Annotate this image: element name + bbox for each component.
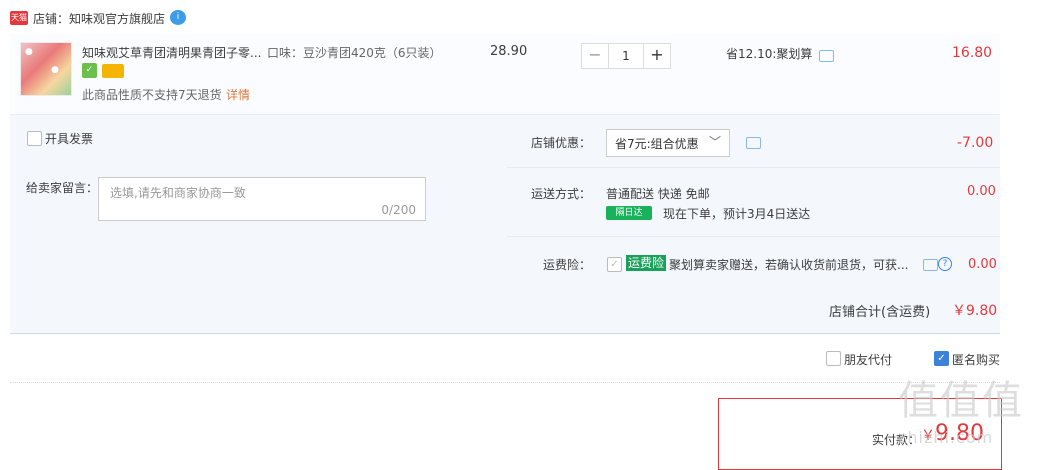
product-thumbnail[interactable]: ● ●: [20, 42, 72, 96]
chevron-down-icon: ﹀: [708, 135, 721, 149]
shop-header: 店铺：知味观官方旗舰店: [33, 10, 165, 27]
separator: [10, 333, 1000, 334]
help-icon[interactable]: ?: [938, 257, 952, 271]
shop-label: 店铺：: [33, 12, 70, 26]
product-title[interactable]: 知味观艾草青团清明果青团子零...: [82, 44, 261, 61]
next-day-badge: 隔日达: [606, 206, 652, 220]
quantity-input[interactable]: 1: [609, 43, 643, 69]
insurance-desc: 聚划算卖家赠送，若确认收货前退货，可获...: [669, 258, 909, 272]
message-icon[interactable]: [819, 50, 834, 62]
item-subtotal: 16.80: [952, 45, 993, 61]
memo-placeholder: 选填,请先和商家协商一致: [110, 186, 246, 200]
shop-total-amount: ￥9.80: [952, 300, 997, 320]
return-notice: 此商品性质不支持7天退货: [82, 88, 222, 102]
memo-textarea[interactable]: 选填,请先和商家协商一致 0/200: [98, 177, 426, 221]
card-icon[interactable]: [102, 64, 124, 78]
total-value: 9.80: [966, 303, 998, 319]
message-icon[interactable]: [923, 259, 938, 271]
product-sku: 口味：豆沙青团420克（6只装）: [267, 46, 442, 60]
friend-pay-label[interactable]: 朋友代付: [844, 351, 892, 368]
shop-name[interactable]: 知味观官方旗舰店: [69, 12, 165, 26]
decrease-button[interactable]: −: [581, 43, 609, 69]
shipping-label: 运送方式：: [531, 187, 592, 201]
insurance-badge: 运费险: [626, 255, 667, 271]
quantity-stepper: − 1 +: [581, 43, 671, 69]
shipping-eta: 现在下单，预计3月4日送达: [663, 207, 811, 221]
shipping-row: [507, 168, 1000, 236]
chat-icon[interactable]: i: [170, 10, 186, 25]
discount-amount: -7.00: [957, 135, 994, 151]
increase-button[interactable]: +: [643, 43, 671, 69]
discount-selected: 省7元:组合优惠: [615, 137, 699, 151]
invoice-checkbox[interactable]: [27, 131, 42, 146]
memo-label: 给卖家留言：: [26, 181, 99, 195]
insurance-label: 运费险：: [543, 258, 592, 272]
watermark-logo: 值值值: [898, 378, 1024, 424]
shipping-amount: 0.00: [967, 184, 996, 199]
insurance-checkbox[interactable]: ✓: [607, 257, 622, 272]
shipping-method: 普通配送 快递 免邮: [606, 187, 710, 201]
currency-symbol: ￥: [952, 303, 966, 319]
message-icon[interactable]: [746, 137, 761, 149]
details-link[interactable]: 详情: [226, 86, 250, 103]
anonymous-label[interactable]: 匿名购买: [952, 351, 1000, 368]
shop-total-label: 店铺合计(含运费): [829, 305, 931, 320]
guarantee-icon[interactable]: ✓: [82, 63, 97, 78]
discount-label: 店铺优惠：: [531, 136, 592, 150]
tmall-logo-icon: 天猫: [10, 11, 28, 25]
dotted-divider: [10, 382, 1000, 383]
insurance-amount: 0.00: [968, 257, 997, 272]
unit-price: 28.90: [490, 44, 528, 59]
watermark-url: zhizhi.com: [898, 428, 994, 447]
friend-pay-checkbox[interactable]: [826, 351, 841, 366]
promo-text: 省12.10:聚划算: [726, 47, 813, 61]
invoice-label[interactable]: 开具发票: [45, 130, 93, 147]
anonymous-checkbox[interactable]: ✓: [934, 351, 949, 366]
memo-counter: 0/200: [381, 203, 416, 217]
discount-select[interactable]: 省7元:组合优惠 ﹀: [606, 129, 730, 157]
